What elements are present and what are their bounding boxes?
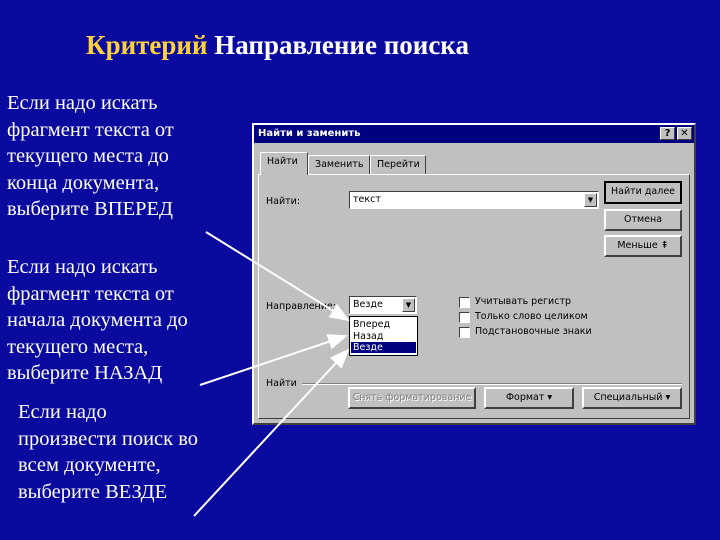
arrow-everywhere xyxy=(193,348,350,517)
arrow-backward xyxy=(199,334,348,386)
arrow-forward xyxy=(205,231,350,322)
tab-find[interactable]: Найти xyxy=(260,152,308,175)
callout-arrows xyxy=(193,231,350,517)
